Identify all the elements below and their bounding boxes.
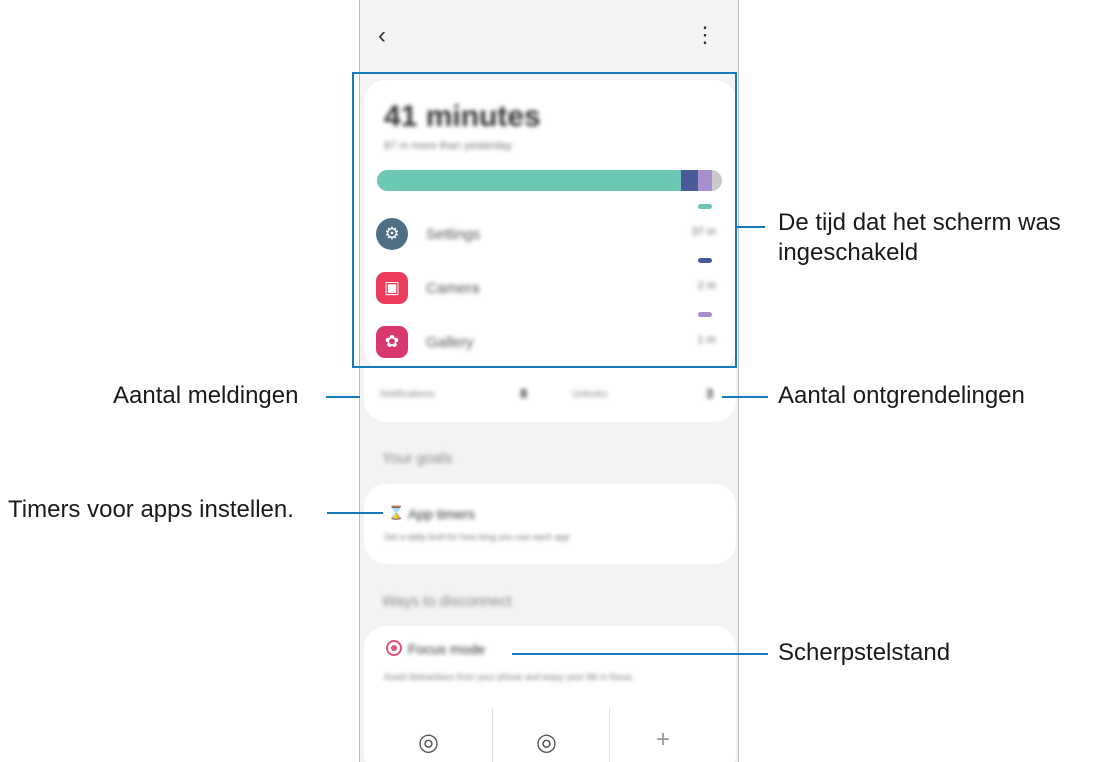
- work-focus-icon[interactable]: ◎: [418, 728, 439, 757]
- chevron-left-icon: ‹: [378, 22, 386, 49]
- unlocks-count: 3: [706, 386, 714, 401]
- app-timers-card[interactable]: [364, 484, 736, 564]
- goals-section-title: Your goals: [382, 450, 453, 467]
- back-button[interactable]: ‹: [378, 22, 386, 50]
- callout-line-focus-mode: [512, 653, 768, 655]
- plus-icon[interactable]: +: [656, 726, 670, 754]
- callout-notifications: Aantal meldingen: [113, 382, 299, 409]
- callout-line-app-timers: [327, 512, 383, 514]
- callout-unlocks: Aantal ontgrendelingen: [778, 382, 1025, 409]
- more-vertical-icon: ⋮: [694, 22, 716, 47]
- callout-line-notifications: [326, 396, 360, 398]
- callout-line-unlocks: [722, 396, 768, 398]
- target-icon-center: [391, 645, 397, 651]
- study-focus-icon[interactable]: ◎: [536, 728, 557, 757]
- callout-screen-time: De tijd dat het scherm was ingeschakeld: [778, 209, 1061, 266]
- hourglass-icon: ⌛: [388, 505, 405, 520]
- callout-line-screen-time: [737, 226, 765, 228]
- notifications-count: 8: [520, 386, 528, 401]
- focus-mode-description: Avoid distractions from your phone and e…: [384, 672, 634, 682]
- app-timers-description: Set a daily limit for how long you use e…: [384, 532, 570, 542]
- divider: [609, 708, 610, 762]
- unlocks-label: Unlocks: [572, 389, 608, 400]
- disconnect-section-title: Ways to disconnect: [382, 593, 512, 610]
- notifications-label: Notifications: [380, 389, 435, 400]
- screen-time-callout-box: [352, 72, 737, 368]
- more-options-button[interactable]: ⋮: [694, 22, 716, 48]
- app-timers-title: App timers: [408, 506, 475, 522]
- top-bar: ‹ ⋮: [360, 0, 738, 70]
- callout-focus-mode: Scherpstelstand: [778, 639, 951, 666]
- callout-app-timers: Timers voor apps instellen.: [8, 496, 294, 523]
- focus-mode-title: Focus mode: [408, 641, 486, 657]
- divider: [492, 708, 493, 762]
